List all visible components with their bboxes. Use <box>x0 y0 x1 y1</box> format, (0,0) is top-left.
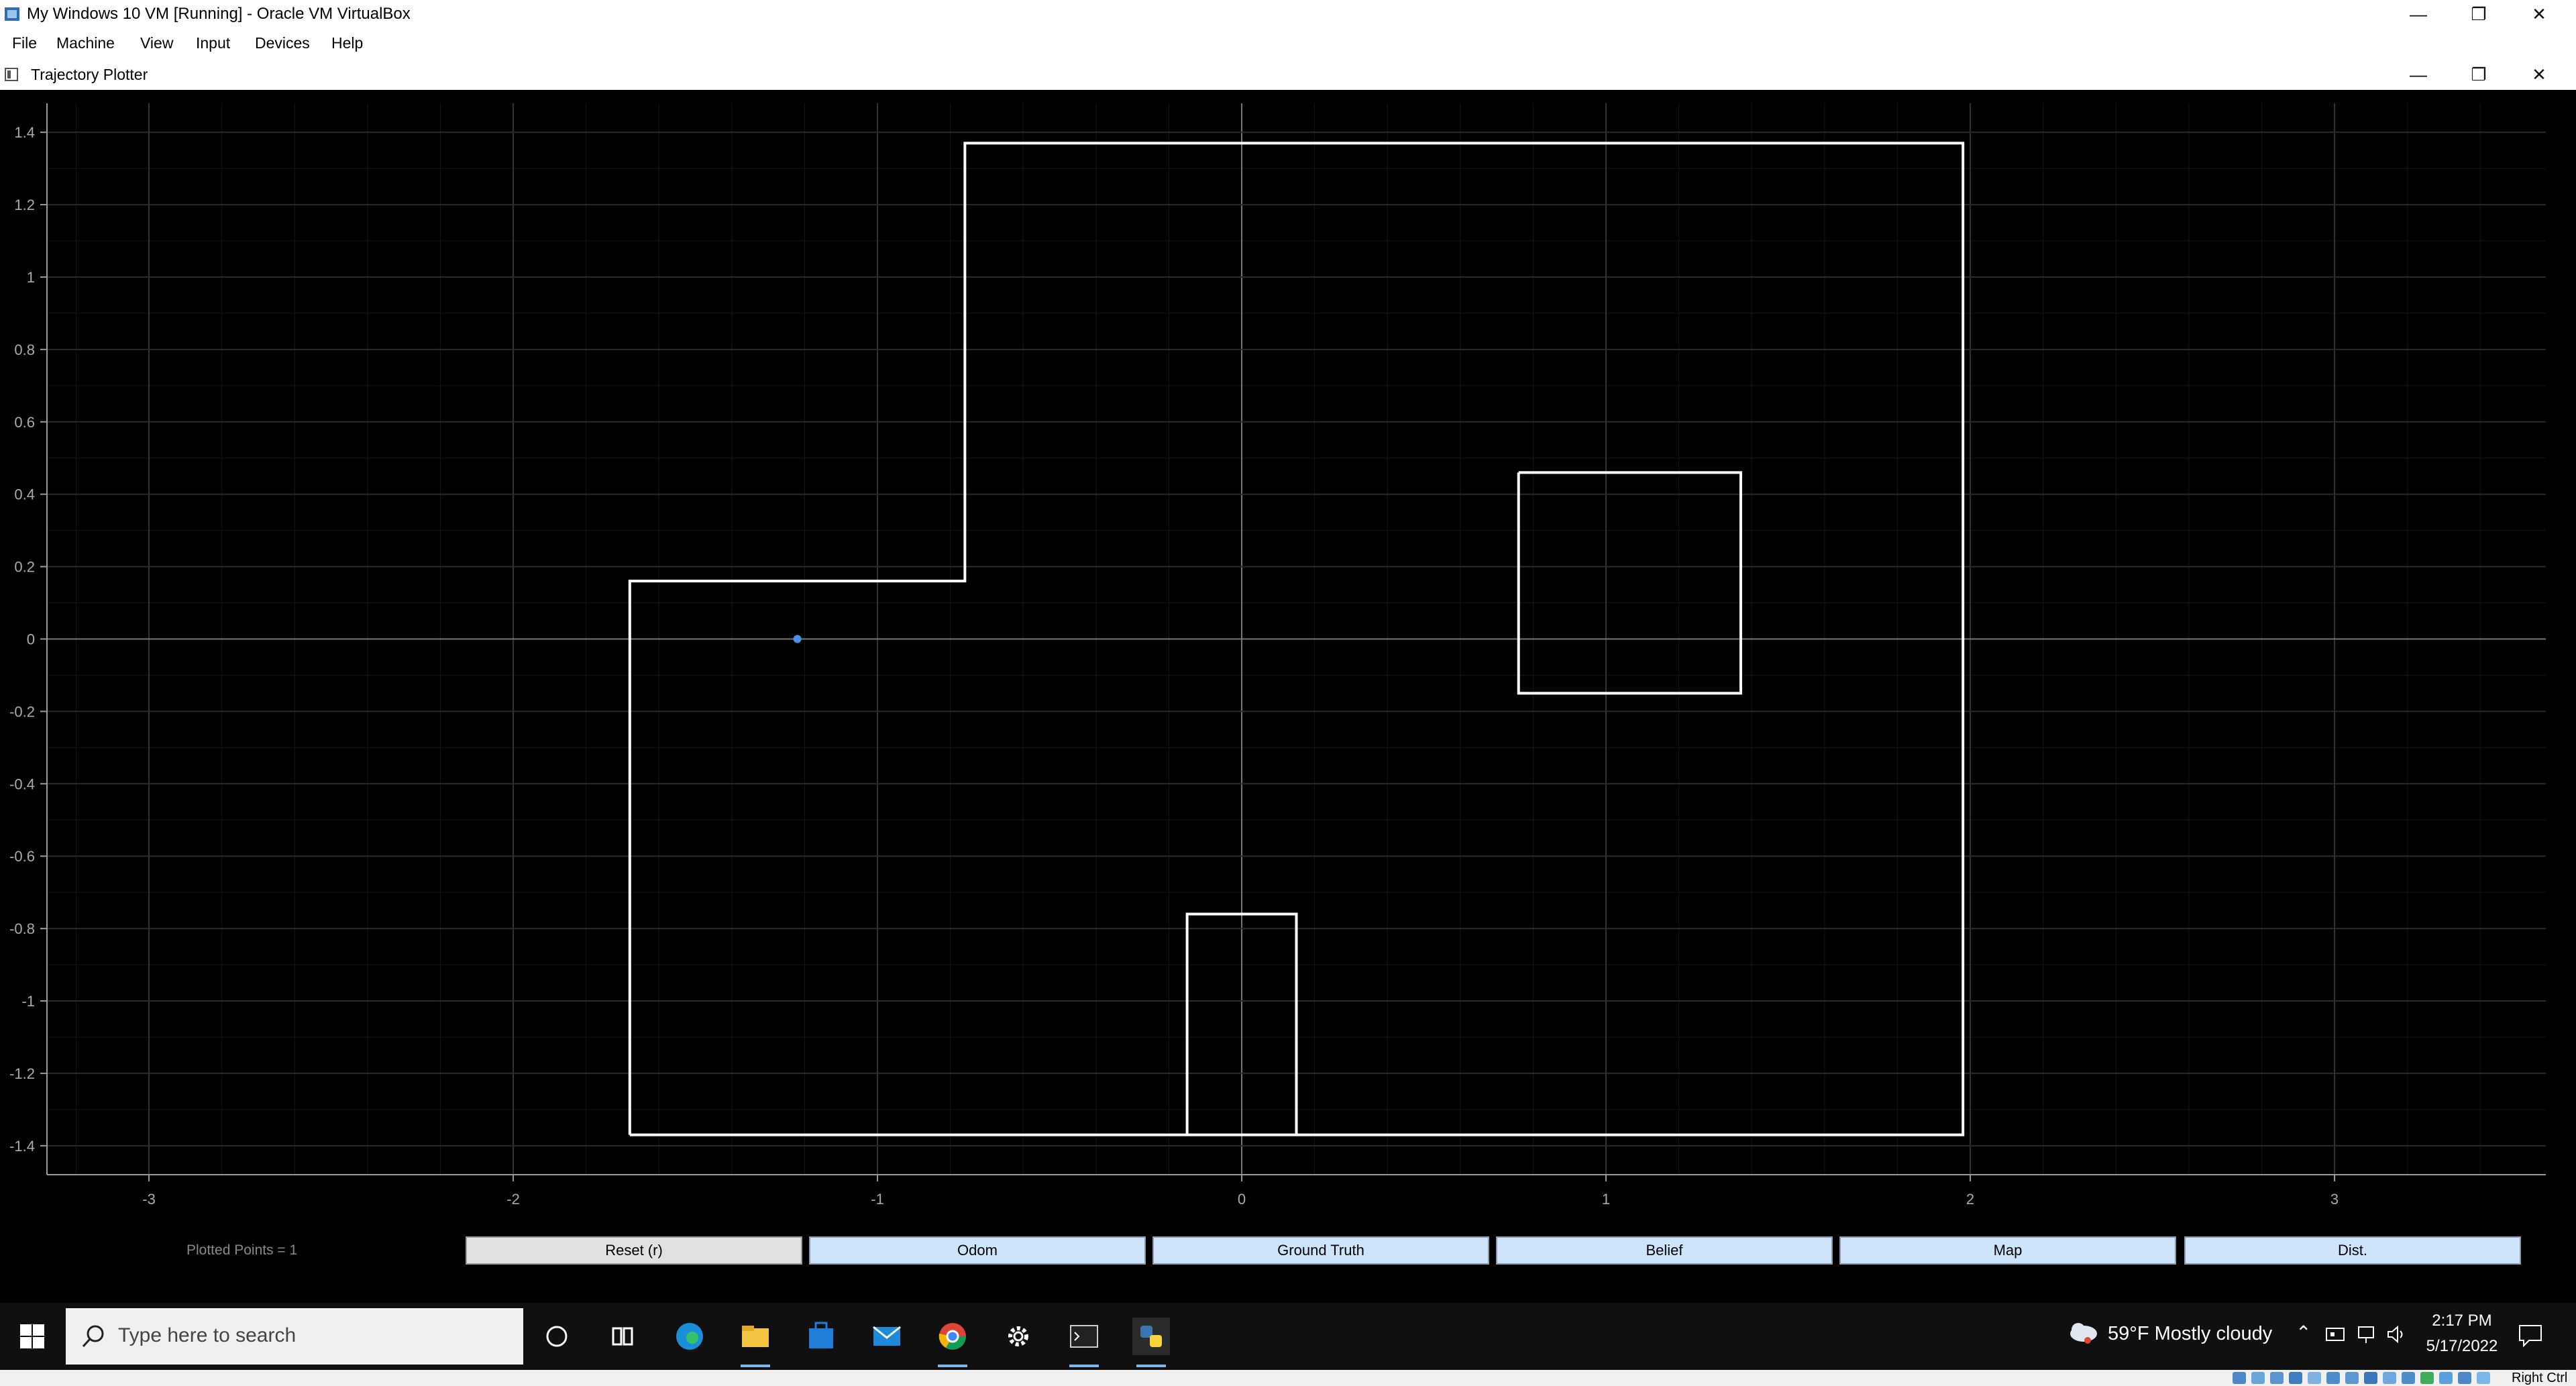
trajectory-plot[interactable]: -3 -2 -1 0 1 2 3 1.4 1.2 1 0.8 0.6 0.4 0.2 0 -0.2 -0.4 -0… <box>0 90 2576 1303</box>
belief-button[interactable]: Belief <box>1496 1236 1833 1265</box>
task-view-icon[interactable] <box>604 1318 641 1355</box>
y-tick-label: -0.8 <box>9 920 35 937</box>
y-tick-label: 1.4 <box>14 124 35 141</box>
usb-status-icon[interactable] <box>2308 1372 2321 1384</box>
host-key-icon[interactable] <box>2477 1372 2490 1384</box>
app-minimize-button[interactable]: — <box>2388 60 2449 90</box>
y-tick-label: -0.2 <box>9 703 35 720</box>
y-tick-label: 0 <box>27 631 35 648</box>
y-tick-label: 0.4 <box>14 486 35 503</box>
y-tick-label: -1.4 <box>9 1138 35 1155</box>
display-status-icon[interactable] <box>2345 1372 2359 1384</box>
virtualbox-icon <box>5 7 19 21</box>
app-title: Trajectory Plotter <box>31 66 148 83</box>
recording-status-icon[interactable] <box>2364 1372 2377 1384</box>
y-tick-label: -0.6 <box>9 848 35 865</box>
vbox-menubar: File Machine View Input Devices Help <box>0 28 2576 60</box>
menu-view[interactable]: View <box>140 34 173 52</box>
y-tick-label: -0.4 <box>9 776 35 792</box>
taskbar-clock[interactable]: 2:17 PM 5/17/2022 <box>2415 1308 2509 1359</box>
notifications-icon[interactable] <box>2517 1322 2544 1348</box>
plot-area[interactable]: -3 -2 -1 0 1 2 3 1.4 1.2 1 0.8 0.6 0.4 0.2 0 -0.2 -0.4 -0… <box>0 90 2576 1303</box>
cortana-icon[interactable] <box>538 1318 576 1355</box>
menu-help[interactable]: Help <box>331 34 363 52</box>
reset-button[interactable]: Reset (r) <box>466 1236 802 1265</box>
app-restore-button[interactable]: ❐ <box>2449 60 2509 90</box>
weather-text[interactable]: 59°F Mostly cloudy <box>2108 1323 2272 1345</box>
vbox-titlebar: My Windows 10 VM [Running] - Oracle VM V… <box>0 0 2576 28</box>
dist-button[interactable]: Dist. <box>2184 1236 2521 1265</box>
clock-time: 2:17 PM <box>2432 1312 2492 1330</box>
map-button[interactable]: Map <box>1839 1236 2176 1265</box>
x-tick-label: -3 <box>142 1191 156 1208</box>
trajectory-point <box>793 635 802 643</box>
weather-cloud-icon <box>2070 1323 2097 1344</box>
optical-drive-status-icon[interactable] <box>2251 1372 2265 1384</box>
active-indicator <box>1136 1365 1166 1367</box>
terminal-icon[interactable] <box>1065 1318 1103 1367</box>
windows-start-icon[interactable] <box>13 1318 51 1355</box>
hard-disk-status-icon[interactable] <box>2233 1372 2246 1384</box>
app-titlebar: Trajectory Plotter — ❐ ✕ <box>0 60 2576 91</box>
menu-machine[interactable]: Machine <box>56 34 115 52</box>
settings-icon[interactable] <box>1000 1318 1037 1355</box>
y-tick-label: 0.2 <box>14 559 35 576</box>
x-tick-label: -2 <box>506 1191 520 1208</box>
chrome-icon[interactable] <box>934 1318 971 1367</box>
cpu-status-icon[interactable] <box>2383 1372 2396 1384</box>
python-icon[interactable] <box>1132 1318 1170 1367</box>
capture-status-icon[interactable] <box>2458 1372 2471 1384</box>
minimize-button[interactable]: — <box>2388 0 2449 28</box>
y-tick-label: 1.2 <box>14 197 35 213</box>
x-tick-label: 2 <box>1966 1191 1974 1208</box>
y-tick-label: -1 <box>21 993 35 1010</box>
edge-icon[interactable] <box>671 1318 708 1355</box>
network-icon[interactable] <box>2356 1324 2379 1344</box>
x-tick-label: 3 <box>2330 1191 2339 1208</box>
active-indicator <box>1069 1365 1099 1367</box>
y-tick-label: 0.6 <box>14 414 35 431</box>
y-tick-label: -1.2 <box>9 1065 35 1082</box>
window-title: My Windows 10 VM [Running] - Oracle VM V… <box>27 5 411 23</box>
shared-folders-status-icon[interactable] <box>2326 1372 2340 1384</box>
menu-input[interactable]: Input <box>196 34 230 52</box>
volume-icon[interactable] <box>2385 1324 2408 1344</box>
odom-button[interactable]: Odom <box>809 1236 1146 1265</box>
file-explorer-icon[interactable] <box>737 1318 774 1367</box>
x-tick-label: -1 <box>871 1191 884 1208</box>
ground-truth-button[interactable]: Ground Truth <box>1152 1236 1489 1265</box>
y-tick-label: 1 <box>27 269 35 286</box>
x-tick-label: 0 <box>1238 1191 1246 1208</box>
search-placeholder: Type here to search <box>118 1324 297 1346</box>
menu-devices[interactable]: Devices <box>255 34 310 52</box>
search-icon <box>82 1325 104 1348</box>
network-adapter-icon[interactable] <box>2325 1324 2348 1344</box>
host-key-label: Right Ctrl <box>2512 1371 2568 1385</box>
x-tick-label: 1 <box>1602 1191 1610 1208</box>
y-tick-label: 0.8 <box>14 341 35 358</box>
app-icon <box>5 68 18 81</box>
mail-icon[interactable] <box>868 1318 906 1355</box>
app-close-button[interactable]: ✕ <box>2509 60 2569 90</box>
map-wall-square-obstacle <box>1517 471 1742 695</box>
network-status-icon[interactable] <box>2289 1372 2302 1384</box>
tray-chevron-icon[interactable]: ⌃ <box>2296 1322 2311 1344</box>
keyboard-status-icon[interactable] <box>2402 1372 2415 1384</box>
restore-button[interactable]: ❐ <box>2449 0 2509 28</box>
close-button[interactable]: ✕ <box>2509 0 2569 28</box>
active-indicator <box>741 1365 770 1367</box>
mouse-integration-status-icon[interactable] <box>2439 1372 2453 1384</box>
taskbar: Type here to search 59°F Mostly cloudy ⌃… <box>0 1303 2576 1370</box>
taskbar-search-box[interactable]: Type here to search <box>66 1308 523 1365</box>
plotted-points-label: Plotted Points = 1 <box>186 1242 298 1258</box>
audio-status-icon[interactable] <box>2270 1372 2284 1384</box>
vbox-statusbar: Right Ctrl <box>0 1370 2576 1386</box>
clock-date: 5/17/2022 <box>2426 1337 2498 1355</box>
store-icon[interactable] <box>802 1318 840 1355</box>
menu-file[interactable]: File <box>12 34 37 52</box>
active-indicator <box>938 1365 967 1367</box>
guest-additions-status-icon[interactable] <box>2420 1372 2434 1384</box>
